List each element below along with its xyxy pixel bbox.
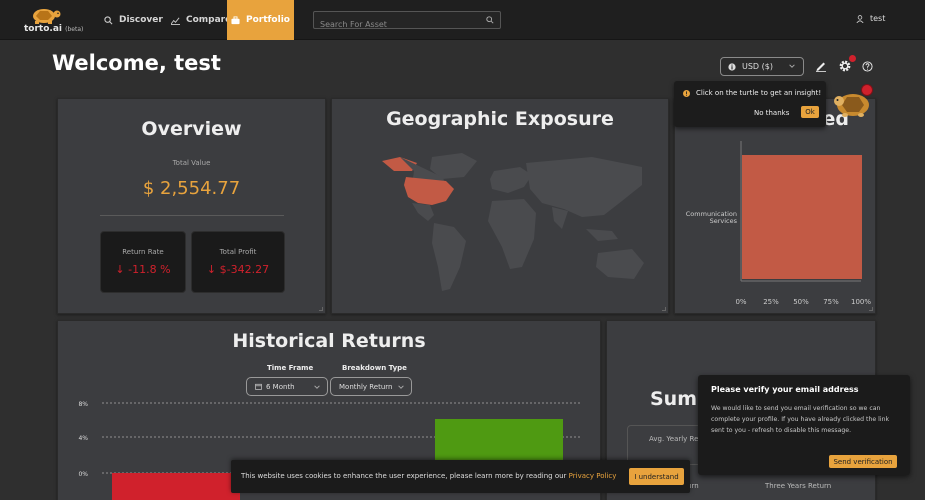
user-icon — [856, 14, 864, 23]
currency-select[interactable]: USD ($) — [720, 57, 804, 76]
search-input[interactable] — [314, 16, 474, 33]
resize-handle[interactable] — [662, 307, 666, 311]
sector-bar-chart: Communication Services 0% 25% 50% 75% 100% — [686, 141, 871, 306]
x-tick-label: 0% — [735, 298, 746, 306]
accept-cookies-button[interactable]: I understand — [629, 468, 684, 485]
avg-yearly-label: Avg. Yearly Re — [649, 435, 699, 443]
return-bar[interactable] — [112, 473, 240, 500]
chevron-down-icon — [314, 385, 320, 389]
y-tick-label: 0% — [78, 471, 88, 478]
total-profit-value: ↓ $-342.27 — [206, 263, 270, 276]
total-value-label: Total Value — [172, 159, 211, 167]
asset-search — [313, 11, 501, 33]
y-tick-label: 4% — [78, 435, 88, 442]
geographic-exposure-card: Geographic Exposure — [331, 98, 669, 314]
chevron-down-icon — [398, 385, 404, 389]
info-icon — [728, 62, 736, 71]
overview-title: Overview — [141, 118, 242, 140]
nav-discover-label: Discover — [119, 15, 163, 25]
send-verification-button[interactable]: Send verification — [829, 455, 897, 468]
pencil-icon[interactable] — [815, 60, 827, 72]
logo-wordmark: torto.ai (beta) — [24, 24, 84, 34]
no-thanks-button[interactable]: No thanks — [754, 107, 789, 119]
search-icon[interactable] — [486, 16, 494, 24]
breakdown-select[interactable]: Monthly Return — [330, 377, 412, 396]
verify-body: We would like to send you email verifica… — [711, 405, 890, 434]
cookie-text: This website uses cookies to enhance the… — [241, 472, 617, 480]
notification-dot — [849, 55, 856, 62]
world-map[interactable] — [342, 149, 660, 309]
currency-value: USD ($) — [742, 62, 773, 71]
total-value: $ 2,554.77 — [142, 178, 241, 199]
username: test — [870, 14, 886, 23]
return-rate-value: ↓ -11.8 % — [115, 263, 171, 276]
timeframe-value: 6 Month — [266, 382, 295, 391]
page-title: Welcome, test — [52, 51, 221, 75]
y-tick-label: 8% — [78, 401, 88, 408]
notification-dot — [861, 84, 873, 96]
category-label: Services — [710, 217, 738, 225]
top-navbar: torto.ai (beta) Discover Compare Portfol… — [0, 0, 925, 40]
x-tick-label: 100% — [851, 298, 871, 306]
arrow-down-icon: ↓ — [206, 263, 217, 276]
historical-title: Historical Returns — [232, 330, 426, 352]
privacy-policy-link[interactable]: Privacy Policy — [569, 472, 617, 480]
ok-button[interactable]: Ok — [801, 106, 819, 118]
timeframe-label: Time Frame — [267, 364, 314, 372]
arrow-down-icon: ↓ — [115, 263, 125, 276]
insight-message: Click on the turtle to get an insight! — [683, 89, 821, 97]
geo-title: Geographic Exposure — [386, 108, 614, 130]
return-rate-box: Return Rate ↓ -11.8 % — [100, 231, 186, 293]
resize-handle[interactable] — [319, 307, 323, 311]
breakdown-value: Monthly Return — [339, 382, 393, 391]
nav-compare[interactable]: Compare — [171, 0, 231, 40]
insight-tooltip: Click on the turtle to get an insight! N… — [674, 81, 826, 127]
calendar-icon — [255, 383, 262, 390]
nav-portfolio[interactable]: Portfolio — [227, 0, 294, 40]
breakdown-label: Breakdown Type — [342, 364, 407, 372]
chevron-down-icon — [789, 64, 795, 68]
x-tick-label: 25% — [763, 298, 779, 306]
cookie-banner: This website uses cookies to enhance the… — [231, 460, 690, 493]
user-menu[interactable]: test — [856, 14, 885, 23]
nav-discover[interactable]: Discover — [104, 0, 163, 40]
search-icon — [104, 15, 113, 24]
total-profit-label: Total Profit — [219, 248, 257, 256]
total-profit-box: Total Profit ↓ $-342.27 — [191, 231, 285, 293]
logo[interactable]: torto.ai (beta) — [24, 5, 84, 35]
help-icon[interactable] — [862, 61, 873, 72]
x-tick-label: 75% — [823, 298, 839, 306]
briefcase-icon — [231, 15, 240, 24]
timeframe-select[interactable]: 6 Month — [246, 377, 328, 396]
nav-portfolio-label: Portfolio — [246, 15, 290, 25]
overview-card: Overview Total Value $ 2,554.77 Return R… — [57, 98, 326, 314]
chart-line-icon — [171, 17, 180, 25]
divider — [100, 215, 284, 216]
nav-compare-label: Compare — [186, 15, 232, 25]
sector-exposure-card: ed Communication Services 0% 25% 50% 75% 100… — [674, 98, 876, 314]
three-years-return-label: Three Years Return — [765, 482, 832, 490]
resize-handle[interactable] — [869, 307, 873, 311]
sector-bar[interactable] — [742, 155, 862, 279]
x-tick-label: 50% — [793, 298, 809, 306]
return-rate-label: Return Rate — [122, 248, 164, 256]
verify-title: Please verify your email address — [711, 385, 859, 394]
warning-icon — [683, 89, 690, 97]
turtle-logo-icon — [33, 9, 61, 24]
